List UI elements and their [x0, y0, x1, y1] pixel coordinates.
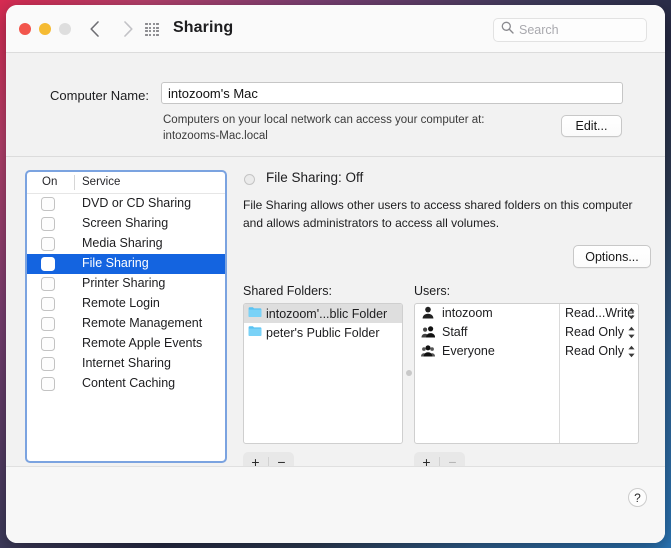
user-name: Staff [442, 325, 468, 339]
permission-stepper-icon[interactable] [627, 307, 636, 323]
search-field[interactable] [493, 18, 647, 42]
options-button[interactable]: Options... [573, 245, 651, 268]
column-header-service: Service [82, 176, 121, 188]
shared-folders-rows: intozoom'...blic Folder peter's Public Fo… [244, 304, 402, 342]
users-rows: intozoom Read...Write Staff Read Only Everyo… [415, 304, 638, 361]
user-permission[interactable]: Read Only [565, 344, 624, 358]
navigation-buttons [84, 18, 138, 40]
header-divider [74, 175, 75, 190]
permission-stepper-icon[interactable] [627, 326, 636, 342]
shared-folders-list[interactable]: intozoom'...blic Folder peter's Public Fo… [243, 303, 403, 444]
minimize-window-button[interactable] [39, 23, 51, 35]
service-checkbox[interactable] [41, 377, 55, 391]
service-label: Content Caching [82, 376, 176, 390]
service-checkbox[interactable] [41, 317, 55, 331]
service-checkbox[interactable] [41, 217, 55, 231]
service-label: Remote Management [82, 316, 203, 330]
service-row[interactable]: Internet Sharing [27, 354, 225, 374]
page-title: Sharing [173, 19, 234, 36]
service-row[interactable]: Content Caching [27, 374, 225, 394]
status-indicator-icon [244, 174, 255, 185]
permission-stepper-icon[interactable] [627, 345, 636, 361]
sharing-preferences-window: Sharing Computer Name: Computers on your… [6, 5, 665, 543]
service-row[interactable]: Screen Sharing [27, 214, 225, 234]
service-checkbox[interactable] [41, 337, 55, 351]
group-three-users-icon [421, 344, 435, 360]
users-label: Users: [414, 284, 451, 298]
service-label: Media Sharing [82, 236, 163, 250]
service-row[interactable]: Printer Sharing [27, 274, 225, 294]
back-chevron-icon[interactable] [84, 18, 104, 40]
folder-icon [248, 306, 262, 321]
search-icon [501, 21, 514, 39]
service-label: File Sharing [82, 256, 149, 270]
service-row[interactable]: Remote Apple Events [27, 334, 225, 354]
shared-folder-row[interactable]: peter's Public Folder [244, 323, 402, 342]
service-checkbox[interactable] [41, 197, 55, 211]
shared-folder-row[interactable]: intozoom'...blic Folder [244, 304, 402, 323]
close-window-button[interactable] [19, 23, 31, 35]
window-footer: ? [6, 466, 665, 543]
service-label: DVD or CD Sharing [82, 196, 192, 210]
help-line-2: intozooms-Mac.local [163, 130, 268, 143]
computer-name-help-text: Computers on your local network can acce… [163, 112, 563, 145]
edit-computer-name-button[interactable]: Edit... [561, 115, 622, 137]
user-row[interactable]: intozoom Read...Write [415, 304, 638, 323]
service-row[interactable]: Media Sharing [27, 234, 225, 254]
services-list[interactable]: On Service DVD or CD Sharing Screen Shari… [25, 170, 227, 463]
shared-folder-name: intozoom'...blic Folder [266, 306, 388, 321]
service-row[interactable]: Remote Management [27, 314, 225, 334]
user-row[interactable]: Everyone Read Only [415, 342, 638, 361]
service-label: Remote Apple Events [82, 336, 203, 350]
user-name: intozoom [442, 306, 493, 320]
help-button[interactable]: ? [628, 488, 647, 507]
service-row[interactable]: Remote Login [27, 294, 225, 314]
service-checkbox[interactable] [41, 277, 55, 291]
help-line-1: Computers on your local network can acce… [163, 114, 485, 126]
column-header-on: On [42, 176, 58, 188]
computer-name-section: Computer Name: Computers on your local n… [6, 53, 665, 157]
zoom-window-button [59, 23, 71, 35]
service-checkbox[interactable] [41, 257, 55, 271]
service-checkbox[interactable] [41, 297, 55, 311]
service-label: Remote Login [82, 296, 160, 310]
user-name: Everyone [442, 344, 495, 358]
service-row[interactable]: File Sharing [27, 254, 225, 274]
service-label: Printer Sharing [82, 276, 166, 290]
users-list[interactable]: intozoom Read...Write Staff Read Only Everyo… [414, 303, 639, 444]
user-permission[interactable]: Read Only [565, 325, 624, 339]
show-all-icon[interactable] [145, 23, 159, 36]
service-label: Internet Sharing [82, 356, 171, 370]
file-sharing-description: File Sharing allows other users to acces… [243, 198, 633, 230]
services-rows-container: DVD or CD Sharing Screen Sharing Media Sha… [27, 194, 225, 394]
group-two-users-icon [421, 325, 436, 341]
traffic-lights [19, 23, 71, 35]
shared-folder-name: peter's Public Folder [266, 325, 380, 340]
forward-chevron-icon [118, 18, 138, 40]
service-row[interactable]: DVD or CD Sharing [27, 194, 225, 214]
service-checkbox[interactable] [41, 357, 55, 371]
shared-folders-label: Shared Folders: [243, 284, 332, 298]
user-permission[interactable]: Read...Write [565, 306, 634, 320]
content-area: On Service DVD or CD Sharing Screen Shari… [6, 157, 665, 543]
window-titlebar: Sharing [6, 5, 665, 53]
computer-name-label: Computer Name: [50, 88, 149, 103]
service-checkbox[interactable] [41, 237, 55, 251]
file-sharing-status-row: File Sharing: Off [242, 170, 651, 190]
service-label: Screen Sharing [82, 216, 169, 230]
services-list-header: On Service [27, 172, 225, 194]
computer-name-input[interactable] [161, 82, 623, 104]
folder-icon [248, 325, 262, 340]
single-user-icon [421, 306, 435, 322]
pane-resize-handle[interactable] [406, 370, 412, 376]
search-input[interactable] [519, 23, 639, 37]
user-row[interactable]: Staff Read Only [415, 323, 638, 342]
file-sharing-status-title: File Sharing: Off [266, 170, 364, 185]
